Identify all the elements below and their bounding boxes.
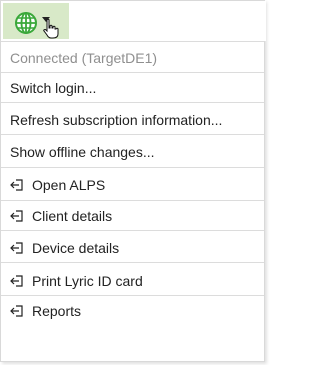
client-details-item[interactable]: Client details [1, 203, 264, 229]
hand-cursor-icon [43, 19, 59, 39]
refresh-subscription-item[interactable]: Refresh subscription information... [1, 107, 264, 133]
separator [1, 295, 264, 296]
open-alps-item[interactable]: Open ALPS [1, 172, 264, 198]
device-details-item[interactable]: Device details [1, 235, 264, 261]
separator [1, 262, 264, 263]
separator [1, 200, 264, 201]
globe-icon [15, 12, 37, 34]
show-offline-changes-item[interactable]: Show offline changes... [1, 139, 264, 165]
open-external-icon [10, 275, 23, 287]
globe-menu-button[interactable] [3, 3, 69, 39]
open-alps-label: Open ALPS [32, 177, 106, 193]
open-external-icon [10, 179, 23, 191]
separator [1, 167, 264, 168]
open-external-icon [10, 210, 23, 222]
open-external-icon [10, 242, 23, 254]
print-lyric-id-card-item[interactable]: Print Lyric ID card [1, 268, 264, 294]
print-lyric-id-card-label: Print Lyric ID card [32, 273, 143, 289]
toolbar [1, 1, 266, 41]
open-external-icon [10, 305, 23, 317]
separator [1, 102, 264, 103]
reports-label: Reports [32, 303, 82, 319]
separator [1, 134, 264, 135]
account-dropdown-menu: Connected (TargetDE1) Switch login... Re… [0, 0, 266, 362]
separator [1, 230, 264, 231]
switch-login-item[interactable]: Switch login... [1, 75, 264, 101]
reports-item[interactable]: Reports [1, 298, 264, 324]
client-details-label: Client details [32, 208, 113, 224]
connection-status: Connected (TargetDE1) [10, 50, 158, 66]
separator [1, 72, 264, 73]
device-details-label: Device details [32, 240, 120, 256]
separator [1, 41, 264, 42]
